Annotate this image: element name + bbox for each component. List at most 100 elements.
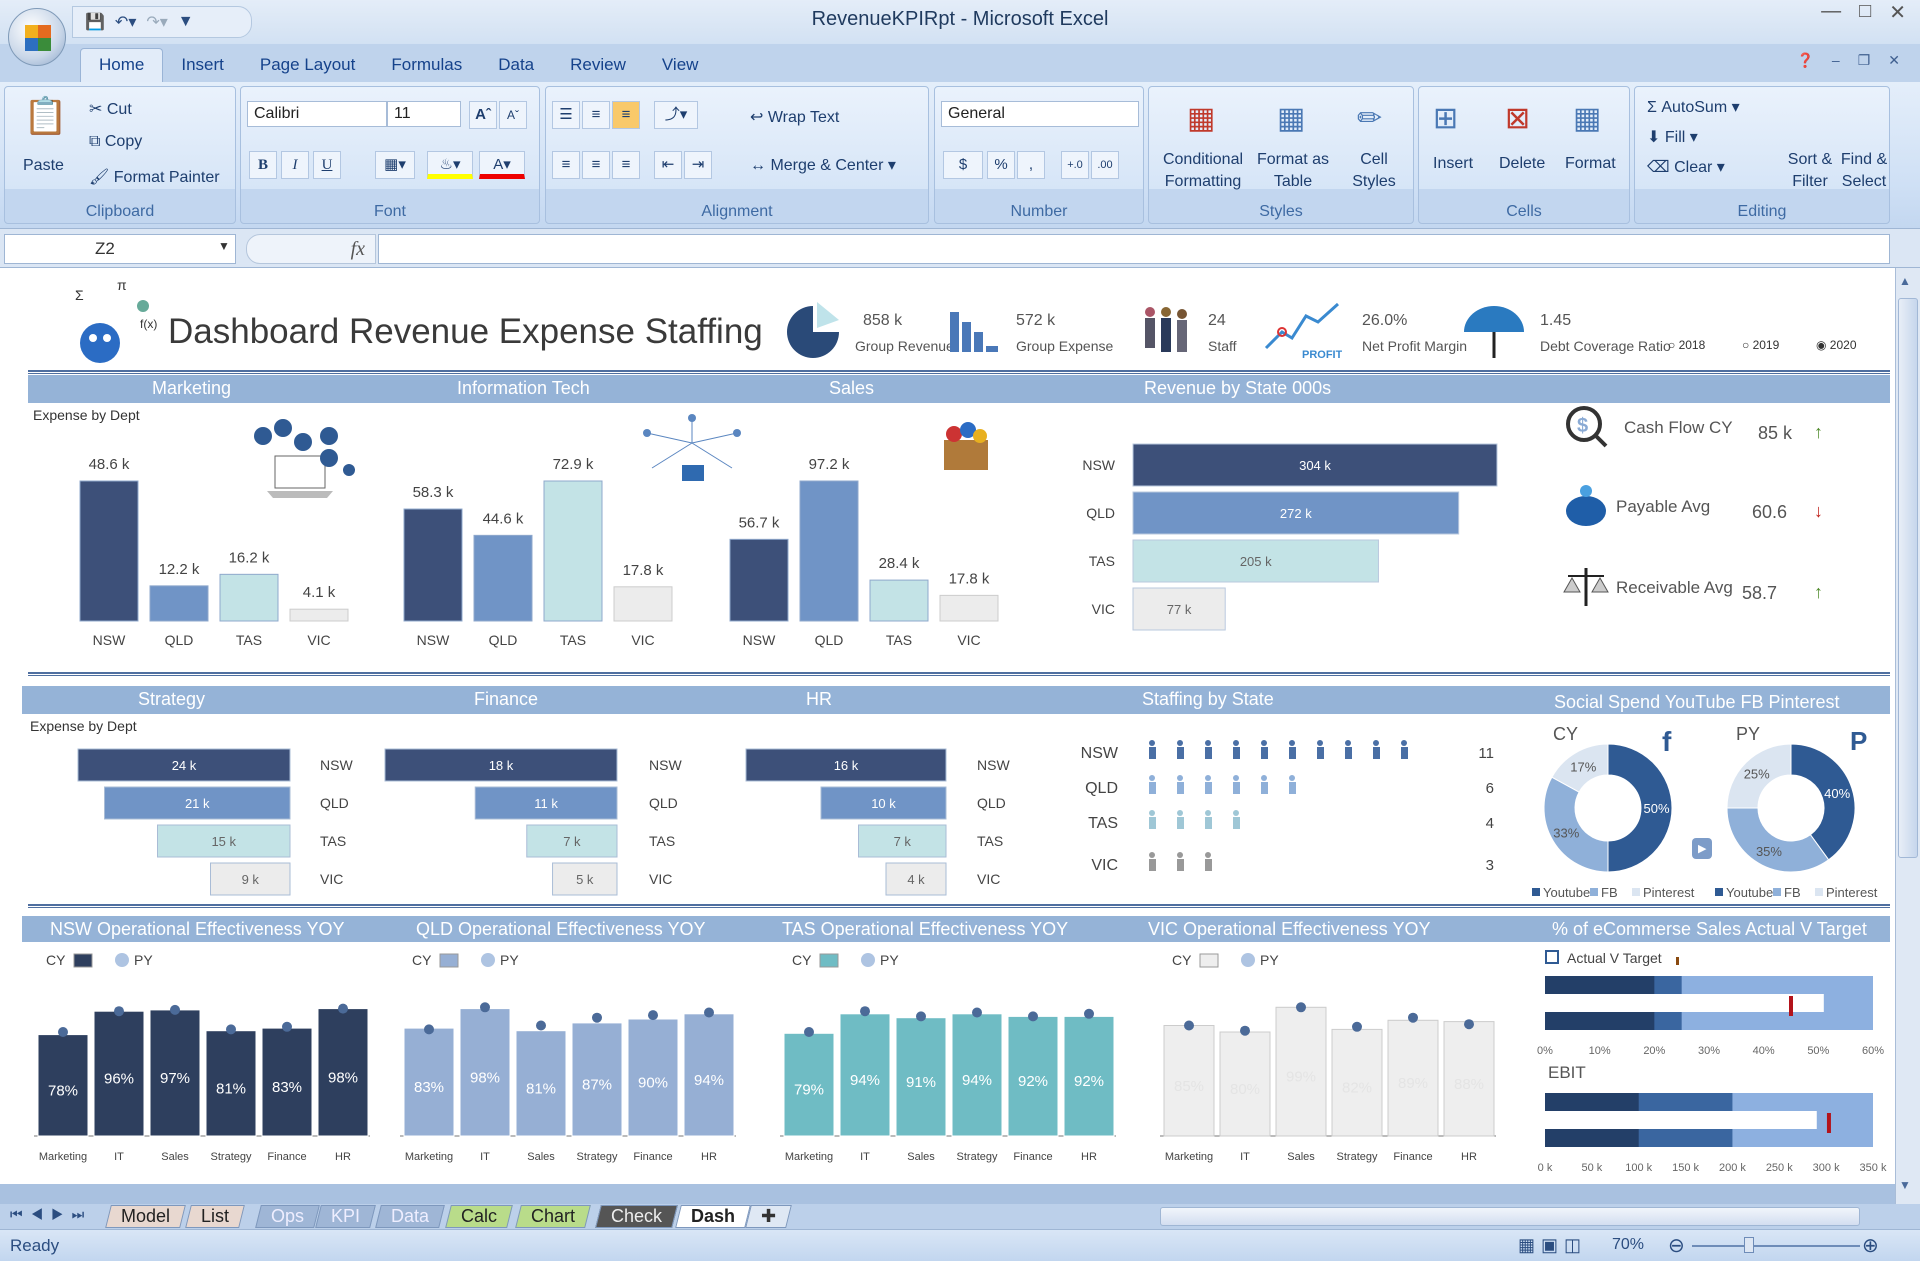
sheet-tab-kpi[interactable]: KPI xyxy=(315,1205,376,1228)
sort-filter-button[interactable]: Sort & Filter xyxy=(1785,149,1835,193)
scroll-thumb[interactable] xyxy=(1898,298,1918,858)
sheet-tab-chart[interactable]: Chart xyxy=(515,1205,591,1228)
autosum-button[interactable]: Σ AutoSum ▾ xyxy=(1647,97,1740,117)
help-icon[interactable]: ❓ xyxy=(1796,52,1813,69)
sheet-tab-list[interactable]: List xyxy=(185,1205,245,1228)
bar-nsw xyxy=(729,538,789,622)
format-painter-button[interactable]: 🖌 Format Painter xyxy=(89,167,220,187)
name-box-dropdown-icon[interactable]: ▼ xyxy=(218,239,230,253)
zoom-in-button[interactable]: ⊕ xyxy=(1862,1233,1879,1258)
maximize-button[interactable]: □ xyxy=(1859,0,1871,25)
scroll-down-icon[interactable]: ▼ xyxy=(1899,1178,1911,1192)
tab-page-layout[interactable]: Page Layout xyxy=(242,49,373,82)
paste-button[interactable]: Paste xyxy=(23,157,64,175)
italic-button[interactable]: I xyxy=(281,151,309,179)
align-middle-icon[interactable]: ≡ xyxy=(582,101,610,129)
fill-color-button[interactable]: ♨▾ xyxy=(427,151,473,179)
paste-icon[interactable]: 📋 xyxy=(23,95,68,137)
underline-button[interactable]: U xyxy=(313,151,341,179)
clear-button[interactable]: ⌫ Clear ▾ xyxy=(1647,157,1725,177)
shrink-font-button[interactable]: Aˇ xyxy=(499,101,527,129)
orientation-button[interactable]: ⤴▾ xyxy=(654,101,698,129)
close-button[interactable]: ✕ xyxy=(1889,0,1906,25)
data-label: 82% xyxy=(1342,1080,1372,1097)
tab-insert[interactable]: Insert xyxy=(163,49,242,82)
sheet-tab-dash[interactable]: Dash xyxy=(675,1205,751,1228)
increase-decimal-button[interactable]: +.0 xyxy=(1061,151,1089,179)
decrease-decimal-button[interactable]: .00 xyxy=(1091,151,1119,179)
sheet-tab-check[interactable]: Check xyxy=(595,1205,678,1228)
increase-indent-icon[interactable]: ⇥ xyxy=(684,151,712,179)
cut-button[interactable]: ✂ Cut xyxy=(89,99,132,119)
font-size-select[interactable]: 11 xyxy=(387,101,461,127)
sheet-tab-ops[interactable]: Ops xyxy=(255,1205,320,1228)
category-label: QLD xyxy=(165,632,194,648)
borders-button[interactable]: ▦▾ xyxy=(375,151,415,179)
zoom-level[interactable]: 70% xyxy=(1612,1236,1644,1254)
insert-sheet-icon[interactable]: ✚ xyxy=(745,1205,792,1228)
align-bottom-icon[interactable]: ≡ xyxy=(612,101,640,129)
tab-review[interactable]: Review xyxy=(552,49,644,82)
conditional-formatting-button[interactable]: Conditional Formatting xyxy=(1157,149,1249,193)
insert-button[interactable]: Insert xyxy=(1433,155,1473,173)
name-box[interactable]: Z2 xyxy=(4,234,236,264)
align-right-icon[interactable]: ≡ xyxy=(612,151,640,179)
sheet-nav-arrows-icon[interactable]: ⏮◀▶⏭ xyxy=(10,1206,92,1223)
number-format-select[interactable]: General xyxy=(941,101,1139,127)
wrap-text-button[interactable]: ↩ Wrap Text xyxy=(750,107,839,127)
tab-formulas[interactable]: Formulas xyxy=(373,49,480,82)
person-body xyxy=(1149,782,1156,794)
workbook-close-button[interactable]: ✕ xyxy=(1888,52,1900,69)
font-name-select[interactable]: Calibri xyxy=(247,101,387,127)
tab-data[interactable]: Data xyxy=(480,49,552,82)
font-color-button[interactable]: A▾ xyxy=(479,151,525,179)
category-label: Strategy xyxy=(211,1151,252,1163)
tab-home[interactable]: Home xyxy=(80,48,164,82)
find-select-button[interactable]: Find & Select xyxy=(1839,149,1889,193)
insert-function-button[interactable]: fx xyxy=(246,234,376,264)
sheet-tab-model[interactable]: Model xyxy=(105,1205,186,1228)
align-left-icon[interactable]: ≡ xyxy=(552,151,580,179)
minimize-button[interactable]: — xyxy=(1821,0,1841,25)
office-button[interactable] xyxy=(8,8,66,66)
year-radio-2018[interactable]: ○ 2018 xyxy=(1668,338,1705,352)
delete-button[interactable]: Delete xyxy=(1499,155,1545,173)
workbook-minimize-button[interactable]: – xyxy=(1832,52,1840,69)
year-radio-2020[interactable]: ◉ 2020 xyxy=(1816,338,1857,352)
legend-swatch-py xyxy=(481,953,495,967)
percent-button[interactable]: % xyxy=(987,151,1015,179)
zoom-out-button[interactable]: ⊖ xyxy=(1668,1233,1685,1258)
comma-button[interactable]: , xyxy=(1017,151,1045,179)
scroll-up-icon[interactable]: ▲ xyxy=(1899,274,1911,288)
horizontal-scrollbar[interactable] xyxy=(1160,1207,1860,1226)
format-button[interactable]: Format xyxy=(1565,155,1616,173)
bold-button[interactable]: B xyxy=(249,151,277,179)
data-label: 56.7 k xyxy=(739,514,780,531)
fill-button[interactable]: ⬇ Fill ▾ xyxy=(1647,127,1698,147)
year-radio-2019[interactable]: ○ 2019 xyxy=(1742,338,1779,352)
zoom-slider[interactable] xyxy=(1692,1245,1860,1247)
sheet-tab-calc[interactable]: Calc xyxy=(445,1205,513,1228)
person-head xyxy=(1177,810,1183,816)
data-label: 90% xyxy=(638,1075,668,1092)
worksheet-dashboard: Σπ f(x) Dashboard Revenue Expense Staffin… xyxy=(0,268,1895,1204)
clipboard-label: Clipboard xyxy=(85,203,155,220)
decrease-indent-icon[interactable]: ⇤ xyxy=(654,151,682,179)
tab-view[interactable]: View xyxy=(644,49,717,82)
format-as-table-button[interactable]: Format as Table xyxy=(1253,149,1333,193)
cell-styles-button[interactable]: Cell Styles xyxy=(1339,149,1409,193)
trend-up-icon: ↑ xyxy=(1814,422,1823,442)
align-top-icon[interactable]: ☰ xyxy=(552,101,580,129)
view-buttons[interactable]: ▦▣◫ xyxy=(1518,1235,1587,1256)
category-label: VIC xyxy=(307,632,330,648)
zoom-slider-thumb[interactable] xyxy=(1744,1237,1754,1253)
vertical-scrollbar[interactable]: ▲ ▼ xyxy=(1895,268,1920,1204)
merge-center-button[interactable]: ↔ Merge & Center ▾ xyxy=(750,155,896,175)
grow-font-button[interactable]: Aˆ xyxy=(469,101,497,129)
workbook-restore-button[interactable]: ❐ xyxy=(1858,52,1871,69)
align-center-icon[interactable]: ≡ xyxy=(582,151,610,179)
sheet-tab-data[interactable]: Data xyxy=(375,1205,445,1228)
currency-button[interactable]: $ xyxy=(943,151,983,179)
formula-input[interactable] xyxy=(378,234,1890,264)
copy-button[interactable]: ⧉ Copy xyxy=(89,133,142,151)
